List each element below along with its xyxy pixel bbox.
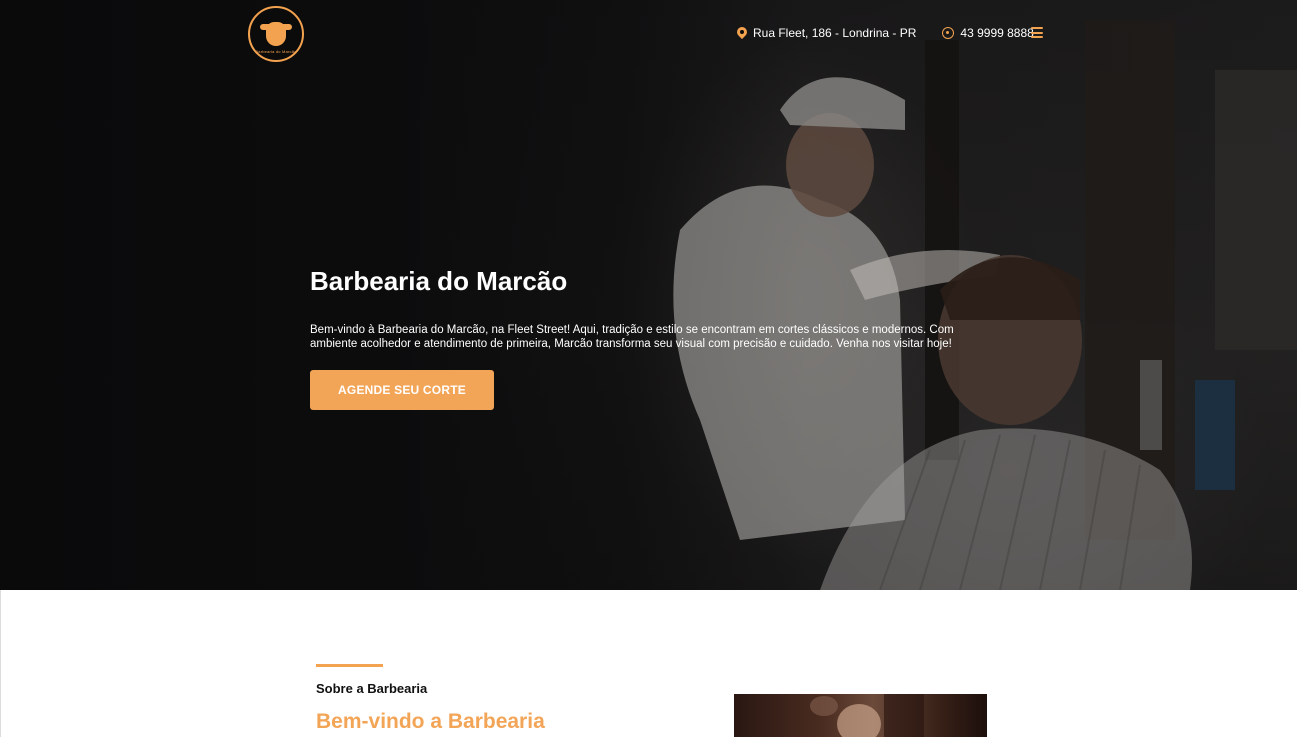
address-text: Rua Fleet, 186 - Londrina - PR <box>753 26 917 40</box>
hero-description: Bem-vindo à Barbearia do Marcão, na Flee… <box>310 324 954 350</box>
map-pin-icon <box>737 27 747 40</box>
phone-link[interactable]: 43 9999 8888 <box>942 26 1034 40</box>
top-contact-bar: Rua Fleet, 186 - Londrina - PR 43 9999 8… <box>737 25 1034 41</box>
phone-text: 43 9999 8888 <box>960 26 1034 40</box>
about-kicker: Sobre a Barbearia <box>316 681 428 696</box>
logo-caption: Barbearia do Marcão <box>255 49 297 54</box>
hamburger-menu-icon[interactable] <box>1031 27 1043 38</box>
about-section: Sobre a Barbearia Bem-vindo a Barbearia <box>0 590 1297 737</box>
about-barber-photo <box>734 694 987 737</box>
whatsapp-icon <box>942 27 955 39</box>
section-accent-divider <box>316 664 383 667</box>
book-appointment-button[interactable]: AGENDE SEU CORTE <box>310 370 494 410</box>
address-link[interactable]: Rua Fleet, 186 - Londrina - PR <box>737 26 916 40</box>
brand-logo[interactable]: Barbearia do Marcão <box>248 6 304 62</box>
hero-barber-scene <box>673 20 1297 590</box>
about-title: Bem-vindo a Barbearia <box>316 710 545 733</box>
bearded-man-logo-icon <box>260 22 292 46</box>
about-photo-scene <box>810 694 924 737</box>
hero-title: Barbearia do Marcão <box>310 266 568 296</box>
hero-section: Barbearia do Marcão Rua Fleet, 186 - Lon… <box>0 0 1297 590</box>
